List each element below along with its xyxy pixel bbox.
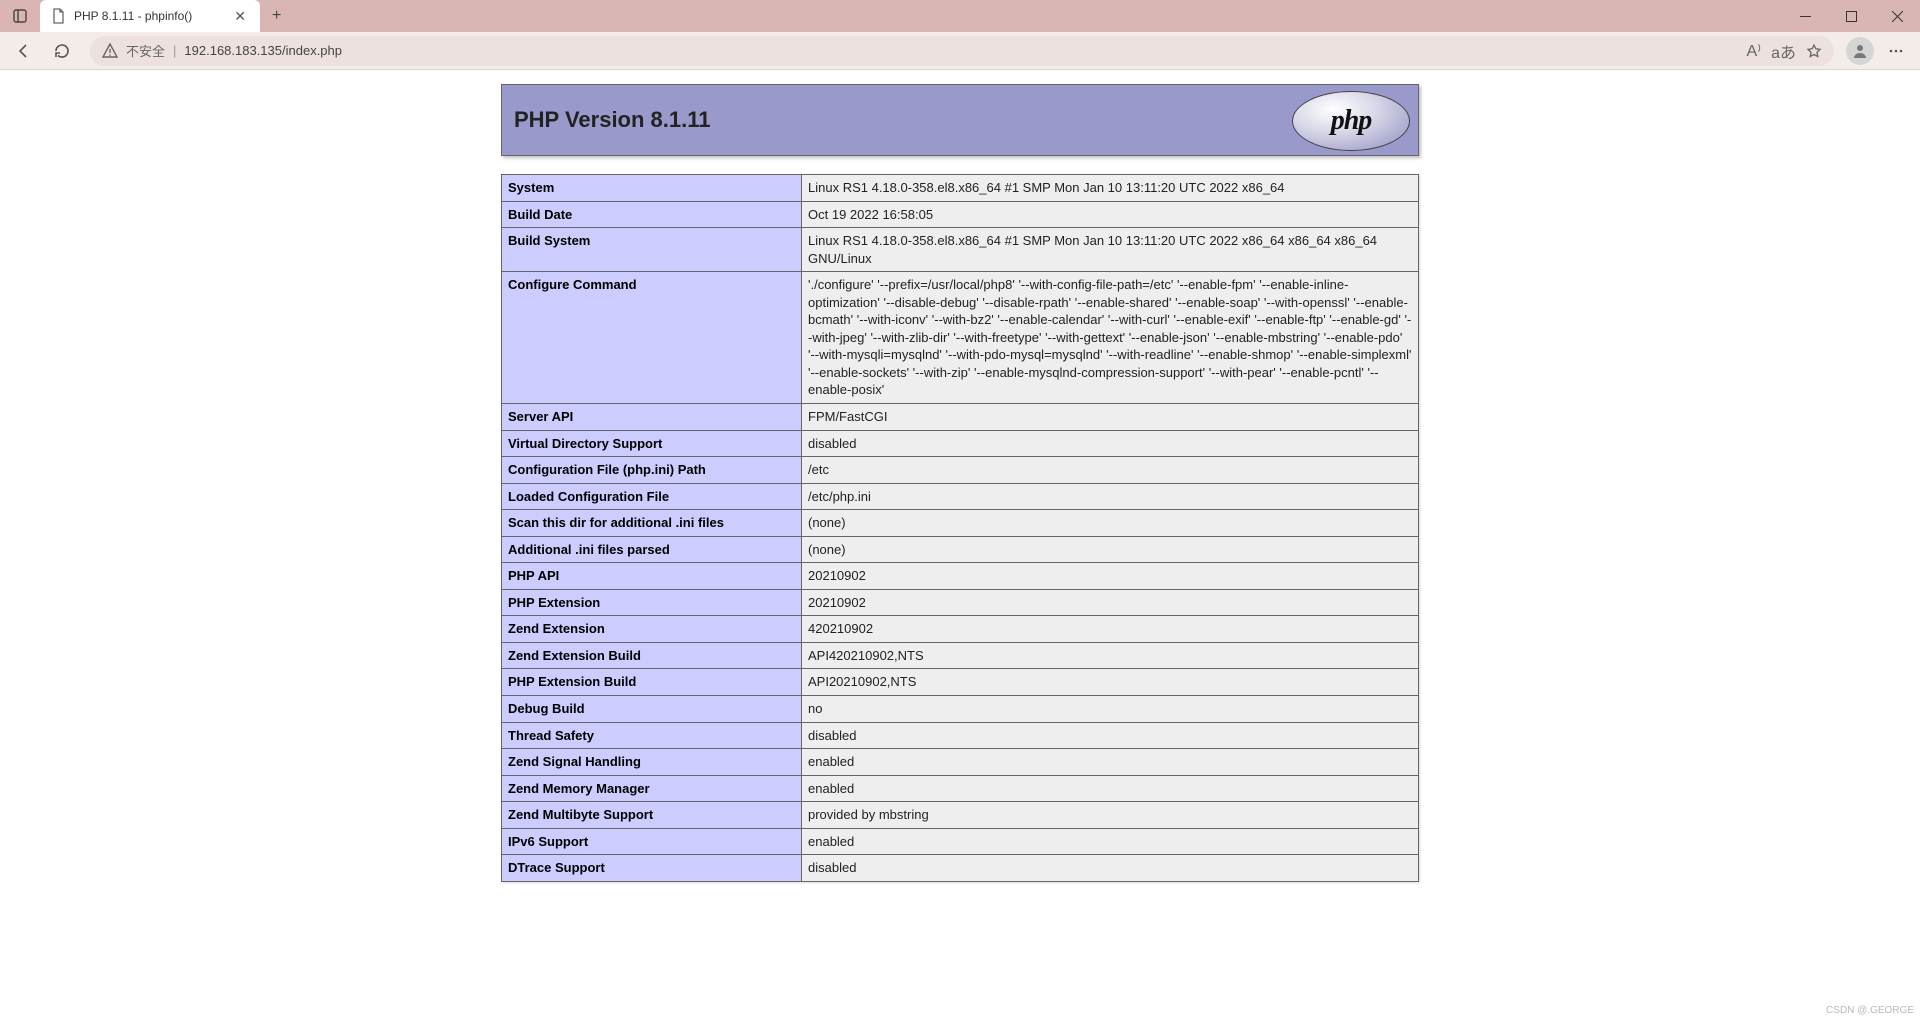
table-row: Zend Extension420210902 xyxy=(502,616,1419,643)
config-key: IPv6 Support xyxy=(502,828,802,855)
file-icon xyxy=(50,8,66,24)
window-controls xyxy=(1782,0,1920,32)
close-tab-icon[interactable]: ✕ xyxy=(230,8,250,25)
config-key: Configuration File (php.ini) Path xyxy=(502,457,802,484)
config-value: 20210902 xyxy=(802,563,1419,590)
table-row: Zend Multibyte Supportprovided by mbstri… xyxy=(502,802,1419,829)
table-row: IPv6 Supportenabled xyxy=(502,828,1419,855)
config-key: DTrace Support xyxy=(502,855,802,882)
favorites-icon[interactable] xyxy=(1806,43,1822,59)
config-value: disabled xyxy=(802,430,1419,457)
config-key: Zend Extension Build xyxy=(502,642,802,669)
config-value: (none) xyxy=(802,536,1419,563)
config-key: Build System xyxy=(502,228,802,272)
read-aloud-icon[interactable]: A⁾ xyxy=(1746,41,1761,61)
browser-toolbar: 不安全 | 192.168.183.135/index.php A⁾ aあ xyxy=(0,32,1920,70)
config-value: 420210902 xyxy=(802,616,1419,643)
php-logo: php xyxy=(1292,91,1410,151)
table-row: PHP API20210902 xyxy=(502,563,1419,590)
table-row: Zend Extension BuildAPI420210902,NTS xyxy=(502,642,1419,669)
config-key: PHP Extension Build xyxy=(502,669,802,696)
new-tab-button[interactable]: + xyxy=(260,7,293,25)
close-window-button[interactable] xyxy=(1874,0,1920,32)
config-key: Server API xyxy=(502,404,802,431)
page-viewport[interactable]: PHP Version 8.1.11 php SystemLinux RS1 4… xyxy=(0,70,1920,1020)
config-value: 20210902 xyxy=(802,589,1419,616)
table-row: Build DateOct 19 2022 16:58:05 xyxy=(502,201,1419,228)
table-row: Virtual Directory Supportdisabled xyxy=(502,430,1419,457)
security-label: 不安全 xyxy=(126,41,165,60)
config-value: Linux RS1 4.18.0-358.el8.x86_64 #1 SMP M… xyxy=(802,175,1419,202)
browser-tab[interactable]: PHP 8.1.11 - phpinfo() ✕ xyxy=(40,0,260,32)
maximize-button[interactable] xyxy=(1828,0,1874,32)
config-key: Thread Safety xyxy=(502,722,802,749)
table-row: Build SystemLinux RS1 4.18.0-358.el8.x86… xyxy=(502,228,1419,272)
watermark: CSDN @.GEORGE xyxy=(1826,1005,1914,1016)
config-key: Additional .ini files parsed xyxy=(502,536,802,563)
back-button[interactable] xyxy=(8,35,40,67)
table-row: Server APIFPM/FastCGI xyxy=(502,404,1419,431)
phpinfo-table: SystemLinux RS1 4.18.0-358.el8.x86_64 #1… xyxy=(501,174,1419,882)
phpinfo-content: PHP Version 8.1.11 php SystemLinux RS1 4… xyxy=(501,84,1419,882)
phpinfo-header: PHP Version 8.1.11 php xyxy=(501,84,1419,156)
table-row: Zend Memory Managerenabled xyxy=(502,775,1419,802)
config-value: API420210902,NTS xyxy=(802,642,1419,669)
address-bar[interactable]: 不安全 | 192.168.183.135/index.php A⁾ aあ xyxy=(90,36,1834,66)
more-menu-button[interactable] xyxy=(1880,35,1912,67)
translate-icon[interactable]: aあ xyxy=(1771,39,1796,63)
config-key: Zend Extension xyxy=(502,616,802,643)
table-row: Additional .ini files parsed(none) xyxy=(502,536,1419,563)
window-titlebar: PHP 8.1.11 - phpinfo() ✕ + xyxy=(0,0,1920,32)
config-value: enabled xyxy=(802,775,1419,802)
config-key: Zend Signal Handling xyxy=(502,749,802,776)
config-value: Linux RS1 4.18.0-358.el8.x86_64 #1 SMP M… xyxy=(802,228,1419,272)
php-logo-text: php xyxy=(1292,91,1410,151)
minimize-button[interactable] xyxy=(1782,0,1828,32)
page-title: PHP Version 8.1.11 xyxy=(514,107,711,133)
config-value: provided by mbstring xyxy=(802,802,1419,829)
config-value: /etc xyxy=(802,457,1419,484)
table-row: Scan this dir for additional .ini files(… xyxy=(502,510,1419,537)
config-key: Zend Memory Manager xyxy=(502,775,802,802)
config-value: (none) xyxy=(802,510,1419,537)
table-row: Loaded Configuration File/etc/php.ini xyxy=(502,483,1419,510)
config-key: Zend Multibyte Support xyxy=(502,802,802,829)
profile-button[interactable] xyxy=(1846,37,1874,65)
tab-actions-icon[interactable] xyxy=(0,8,40,24)
table-row: SystemLinux RS1 4.18.0-358.el8.x86_64 #1… xyxy=(502,175,1419,202)
config-key: PHP Extension xyxy=(502,589,802,616)
config-value: FPM/FastCGI xyxy=(802,404,1419,431)
config-key: Virtual Directory Support xyxy=(502,430,802,457)
config-value: enabled xyxy=(802,828,1419,855)
table-row: PHP Extension20210902 xyxy=(502,589,1419,616)
config-value: API20210902,NTS xyxy=(802,669,1419,696)
config-key: Scan this dir for additional .ini files xyxy=(502,510,802,537)
url-text: 192.168.183.135/index.php xyxy=(184,43,342,58)
config-key: Build Date xyxy=(502,201,802,228)
table-row: Configure Command'./configure' '--prefix… xyxy=(502,272,1419,404)
not-secure-icon xyxy=(102,43,118,59)
config-key: Debug Build xyxy=(502,696,802,723)
refresh-button[interactable] xyxy=(46,35,78,67)
config-value: './configure' '--prefix=/usr/local/php8'… xyxy=(802,272,1419,404)
config-value: disabled xyxy=(802,722,1419,749)
table-row: DTrace Supportdisabled xyxy=(502,855,1419,882)
table-row: Configuration File (php.ini) Path/etc xyxy=(502,457,1419,484)
config-key: Loaded Configuration File xyxy=(502,483,802,510)
config-key: Configure Command xyxy=(502,272,802,404)
table-row: Thread Safetydisabled xyxy=(502,722,1419,749)
table-row: Zend Signal Handlingenabled xyxy=(502,749,1419,776)
config-value: disabled xyxy=(802,855,1419,882)
config-key: System xyxy=(502,175,802,202)
config-value: enabled xyxy=(802,749,1419,776)
config-value: /etc/php.ini xyxy=(802,483,1419,510)
tab-title: PHP 8.1.11 - phpinfo() xyxy=(74,9,222,23)
config-key: PHP API xyxy=(502,563,802,590)
separator: | xyxy=(173,43,176,58)
table-row: Debug Buildno xyxy=(502,696,1419,723)
table-row: PHP Extension BuildAPI20210902,NTS xyxy=(502,669,1419,696)
config-value: no xyxy=(802,696,1419,723)
config-value: Oct 19 2022 16:58:05 xyxy=(802,201,1419,228)
